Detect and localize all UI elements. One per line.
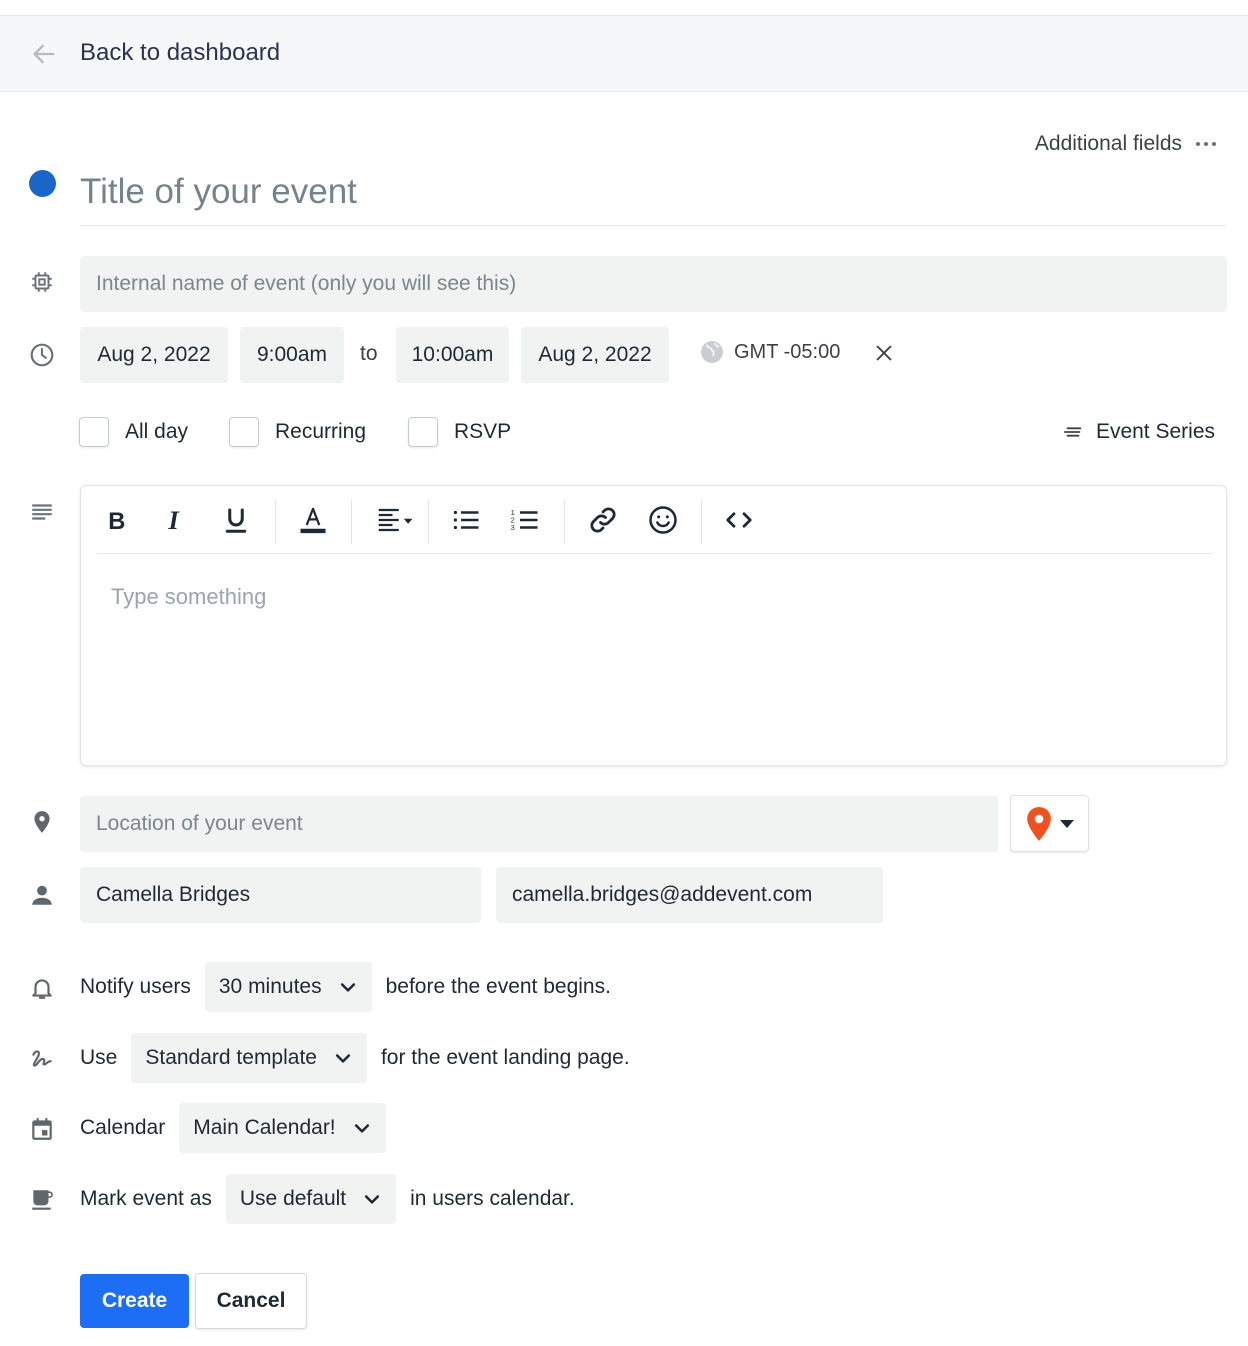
additional-fields-label: Additional fields bbox=[1034, 132, 1182, 155]
calendar-icon bbox=[28, 1115, 56, 1143]
timezone-label: GMT -05:00 bbox=[734, 340, 841, 363]
notify-value: 30 minutes bbox=[218, 975, 322, 998]
start-date-field[interactable]: Aug 2, 2022 bbox=[80, 327, 228, 383]
end-date-field[interactable]: Aug 2, 2022 bbox=[521, 327, 669, 383]
event-series-button[interactable]: Event Series bbox=[1062, 420, 1215, 444]
mark-row: Mark event as Use default in users calen… bbox=[80, 1174, 575, 1224]
bell-icon bbox=[28, 974, 56, 1002]
create-button[interactable]: Create bbox=[80, 1274, 189, 1328]
back-arrow-icon[interactable] bbox=[30, 40, 58, 68]
location-pin-icon bbox=[28, 808, 56, 836]
to-label: to bbox=[360, 342, 378, 365]
mark-value: Use default bbox=[239, 1187, 347, 1210]
mark-select[interactable]: Use default bbox=[225, 1174, 397, 1224]
numbered-list-icon[interactable]: 1 2 3 bbox=[505, 500, 545, 540]
notify-select[interactable]: 30 minutes bbox=[204, 962, 372, 1012]
close-icon[interactable] bbox=[873, 342, 895, 364]
align-dropdown-icon[interactable] bbox=[369, 500, 421, 540]
template-prefix: Use bbox=[80, 1046, 118, 1069]
notify-suffix: before the event begins. bbox=[385, 975, 611, 998]
italic-icon[interactable]: I bbox=[156, 500, 196, 540]
template-select[interactable]: Standard template bbox=[131, 1033, 367, 1083]
end-time-field[interactable]: 10:00am bbox=[396, 327, 509, 383]
location-type-dropdown[interactable] bbox=[1010, 795, 1089, 852]
editor-placeholder[interactable]: Type something bbox=[111, 584, 266, 610]
toolbar-divider bbox=[351, 500, 352, 544]
editor-toolbar: B I 1 2 3 bbox=[97, 486, 1213, 554]
emoji-icon[interactable] bbox=[643, 500, 683, 540]
organizer-name-input[interactable] bbox=[80, 867, 481, 923]
text-color-icon[interactable] bbox=[293, 500, 333, 540]
more-dots-icon bbox=[1196, 142, 1216, 146]
all-day-label: All day bbox=[125, 420, 189, 443]
template-value: Standard template bbox=[145, 1046, 317, 1069]
toolbar-divider bbox=[701, 500, 702, 544]
signature-icon bbox=[28, 1045, 56, 1073]
rsvp-checkbox[interactable]: RSVP bbox=[408, 417, 511, 447]
description-icon bbox=[28, 498, 56, 526]
mark-suffix: in users calendar. bbox=[410, 1187, 575, 1210]
bullet-list-icon[interactable] bbox=[446, 500, 486, 540]
chevron-down-icon bbox=[335, 1054, 351, 1063]
additional-fields-button[interactable]: Additional fields bbox=[1035, 132, 1216, 156]
calendar-prefix: Calendar bbox=[80, 1116, 166, 1139]
checkbox-box[interactable] bbox=[229, 417, 259, 447]
template-suffix: for the event landing page. bbox=[380, 1046, 630, 1069]
checkbox-box[interactable] bbox=[79, 417, 109, 447]
globe-icon bbox=[701, 341, 723, 363]
all-day-checkbox[interactable]: All day bbox=[79, 417, 188, 447]
coffee-icon bbox=[28, 1186, 56, 1214]
calendar-row: Calendar Main Calendar! bbox=[80, 1103, 386, 1153]
event-series-label: Event Series bbox=[1095, 420, 1215, 443]
start-time-field[interactable]: 9:00am bbox=[240, 327, 344, 383]
link-icon[interactable] bbox=[583, 500, 623, 540]
underline-icon[interactable] bbox=[216, 500, 256, 540]
organizer-email-input[interactable] bbox=[496, 867, 883, 923]
code-view-icon[interactable] bbox=[719, 500, 759, 540]
recurring-checkbox[interactable]: Recurring bbox=[229, 417, 366, 447]
template-row: Use Standard template for the event land… bbox=[80, 1033, 630, 1083]
caret-down-icon bbox=[1059, 819, 1074, 828]
chevron-down-icon bbox=[340, 983, 355, 992]
timezone-selector[interactable]: GMT -05:00 bbox=[700, 340, 840, 364]
calendar-select[interactable]: Main Calendar! bbox=[179, 1103, 386, 1153]
clock-icon bbox=[28, 341, 56, 369]
event-title-input[interactable] bbox=[80, 158, 1226, 226]
top-bar: Back to dashboard bbox=[0, 15, 1248, 92]
checkbox-box[interactable] bbox=[408, 417, 438, 447]
calendar-value: Main Calendar! bbox=[193, 1116, 336, 1139]
toolbar-divider bbox=[428, 500, 429, 544]
cancel-button[interactable]: Cancel bbox=[195, 1273, 307, 1329]
event-color-picker[interactable] bbox=[29, 170, 56, 197]
person-icon bbox=[28, 881, 56, 909]
internal-name-input[interactable] bbox=[80, 256, 1227, 312]
toolbar-divider bbox=[564, 500, 565, 544]
chevron-down-icon bbox=[354, 1124, 369, 1133]
svg-text:I: I bbox=[168, 506, 180, 535]
chevron-down-icon bbox=[365, 1195, 380, 1204]
svg-text:3: 3 bbox=[511, 523, 515, 532]
toolbar-divider bbox=[275, 500, 276, 544]
rsvp-label: RSVP bbox=[454, 420, 512, 443]
notify-prefix: Notify users bbox=[80, 975, 191, 998]
chip-icon bbox=[28, 268, 56, 296]
bold-icon[interactable]: B bbox=[97, 500, 137, 540]
lines-icon bbox=[1063, 427, 1082, 437]
back-to-dashboard-link[interactable]: Back to dashboard bbox=[80, 39, 280, 67]
recurring-label: Recurring bbox=[275, 420, 367, 443]
location-input[interactable] bbox=[80, 796, 998, 852]
mark-prefix: Mark event as bbox=[80, 1187, 212, 1210]
description-editor: B I 1 2 3 Type something bbox=[80, 485, 1227, 766]
svg-text:B: B bbox=[108, 508, 125, 535]
map-marker-icon bbox=[1026, 806, 1051, 841]
notify-row: Notify users 30 minutes before the event… bbox=[80, 962, 611, 1012]
